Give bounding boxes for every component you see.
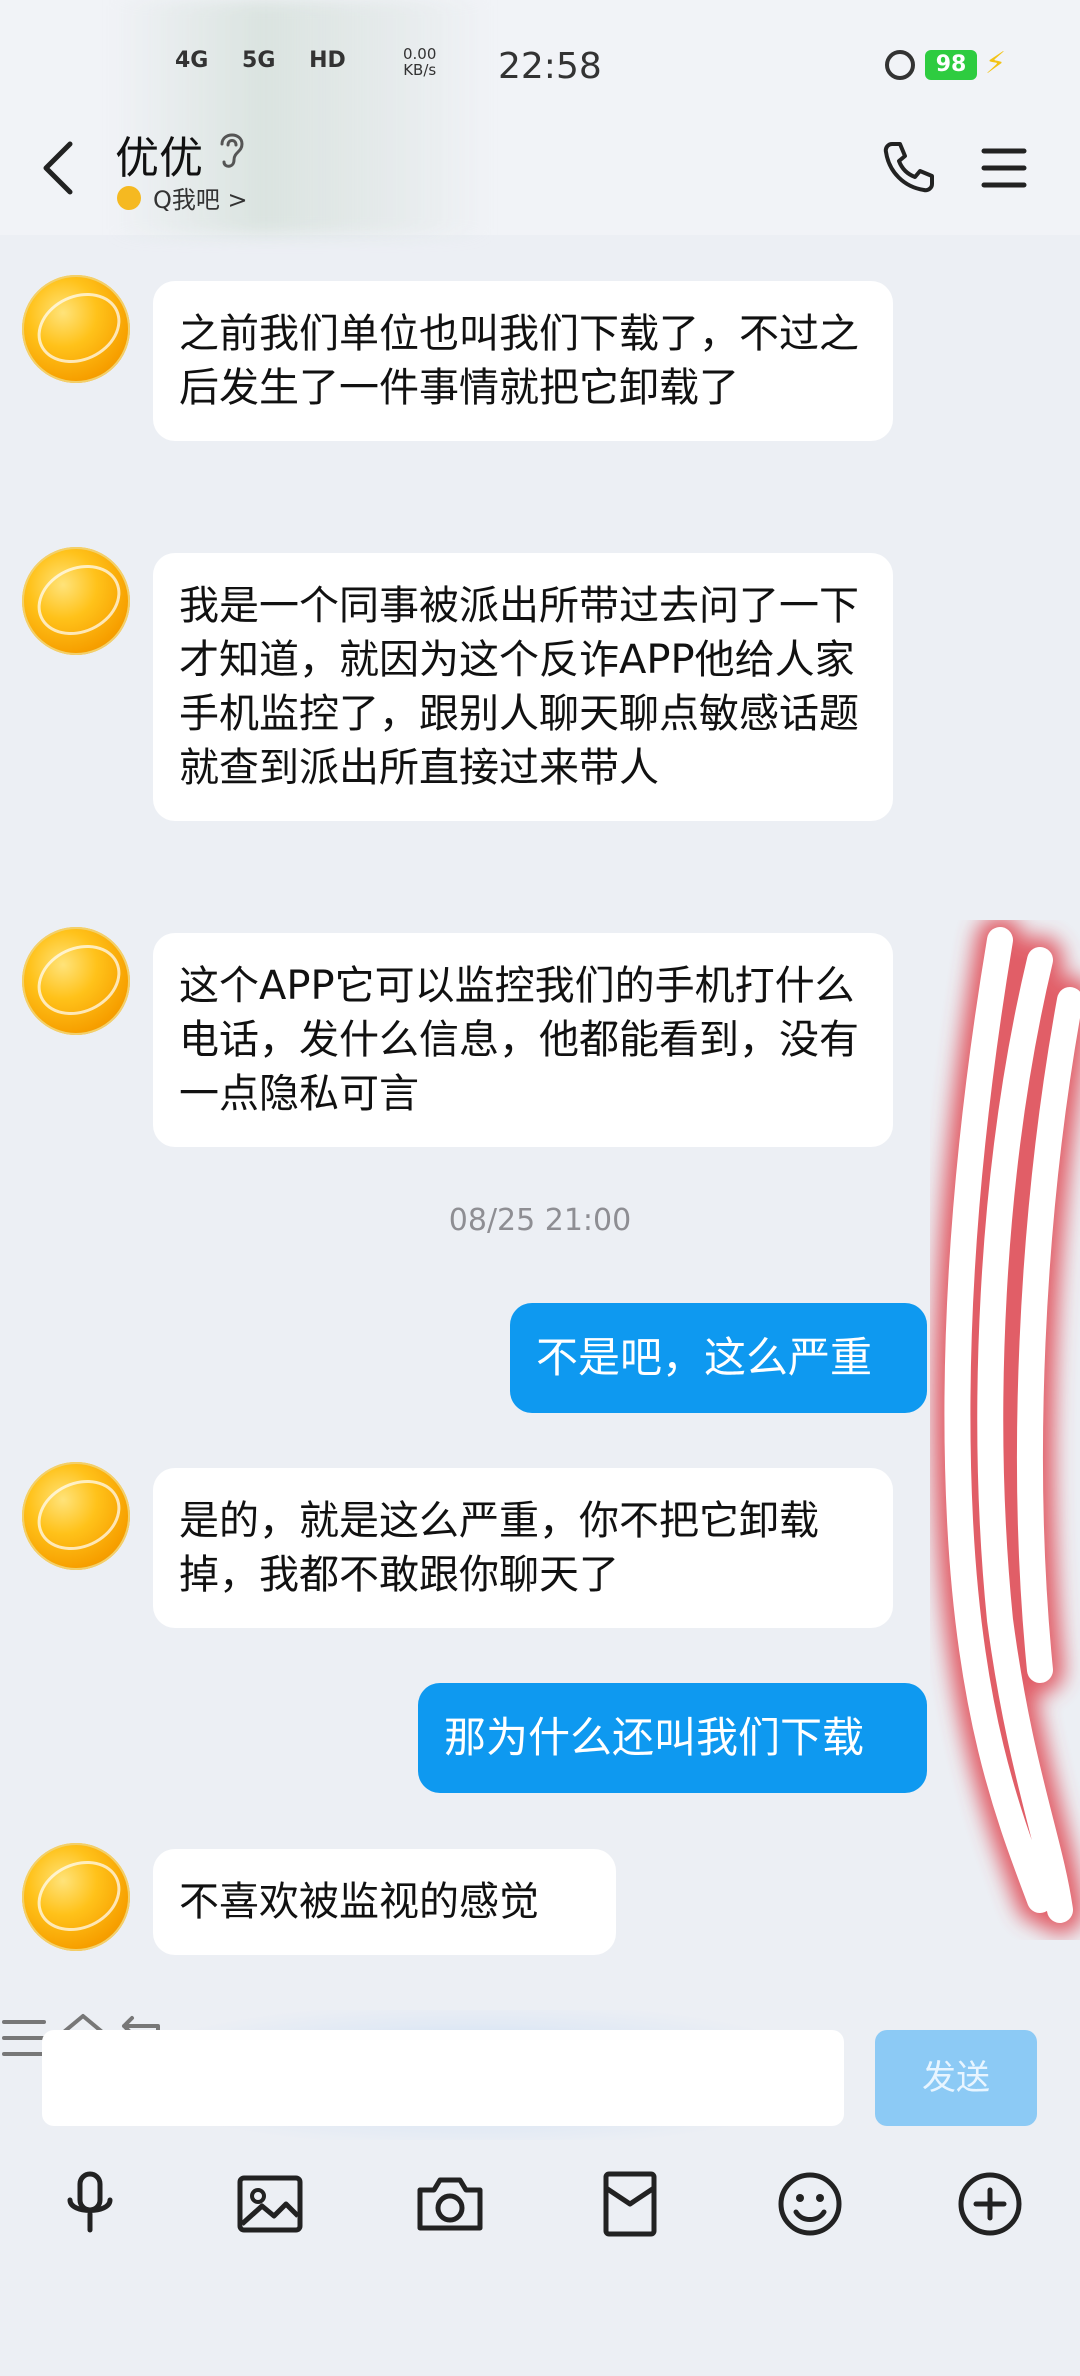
status-bar: 4G 5G HD 0.00 KB/s 22:58 98 ⚡ [0,40,1080,100]
network-indicators: 4G 5G HD [175,48,372,73]
message-outgoing[interactable]: 不是吧，这么严重 [510,1303,927,1413]
network-hd: HD [309,48,346,73]
header-bar: 4G 5G HD 0.00 KB/s 22:58 98 ⚡ 优优 Q我吧 > [0,0,1080,235]
avatar[interactable] [22,1462,130,1570]
battery-indicator: 98 [925,50,977,80]
message-timestamp: 08/25 21:00 [448,1203,632,1238]
alarm-icon [885,50,915,80]
message-incoming[interactable]: 不喜欢被监视的感觉 [153,1849,616,1955]
smile-icon [117,185,141,210]
avatar[interactable] [22,547,130,655]
back-icon[interactable] [38,138,78,198]
ear-icon[interactable] [215,128,249,172]
message-incoming[interactable]: 这个APP它可以监控我们的手机打什么电话，发什么信息，他都能看到，没有一点隐私可… [153,933,893,1147]
message-incoming[interactable]: 之前我们单位也叫我们下载了，不过之后发生了一件事情就把它卸载了 [153,281,893,441]
message-incoming[interactable]: 我是一个同事被派出所带过去问了一下才知道，就因为这个反诈APP他给人家手机监控了… [153,553,893,821]
message-outgoing[interactable]: 那为什么还叫我们下载 [418,1683,927,1793]
network-speed-value: 0.00 [403,45,437,63]
network-5g: 5G [242,48,276,73]
contact-status[interactable]: Q我吧 > [117,180,248,215]
avatar[interactable] [22,927,130,1035]
redaction-scribble [933,920,1080,1934]
camera-icon[interactable] [414,2168,486,2240]
plus-icon[interactable] [954,2168,1026,2240]
phone-icon[interactable] [880,138,938,196]
network-speed-unit: KB/s [403,61,437,79]
message-incoming[interactable]: 是的，就是这么严重，你不把它卸载掉，我都不敢跟你聊天了 [153,1468,893,1628]
recents-icon[interactable] [0,2016,48,2060]
image-icon[interactable] [234,2168,306,2240]
avatar[interactable] [22,1843,130,1951]
emoji-icon[interactable] [774,2168,846,2240]
avatar[interactable] [22,275,130,383]
composer-area: 发送 [0,2010,1080,2376]
chat-area[interactable]: 之前我们单位也叫我们下载了，不过之后发生了一件事情就把它卸载了 我是一个同事被派… [0,235,1080,2010]
network-4g: 4G [175,48,209,73]
menu-icon[interactable] [980,145,1028,191]
network-speed: 0.00 KB/s [403,46,436,78]
send-button[interactable]: 发送 [875,2030,1037,2126]
red-packet-icon[interactable] [594,2168,666,2240]
charging-icon: ⚡ [985,46,1007,81]
microphone-icon[interactable] [54,2168,126,2240]
message-input[interactable] [42,2030,844,2126]
contact-name[interactable]: 优优 [115,122,203,186]
contact-status-text: Q我吧 > [153,186,248,214]
clock: 22:58 [498,46,602,87]
